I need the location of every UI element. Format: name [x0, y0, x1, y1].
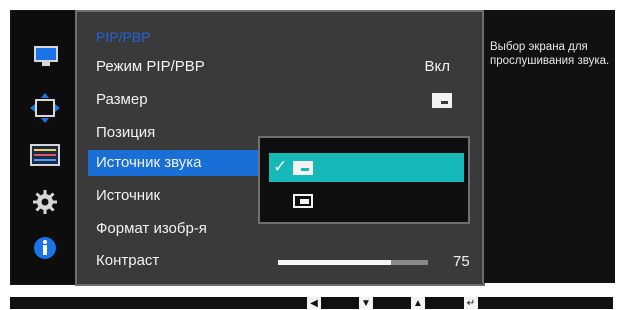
help-panel: Выбор экрана для прослушивания звука.	[482, 10, 615, 283]
menu-item-label: Формат изобр-я	[96, 220, 207, 237]
menu-item-label: Источник звука	[96, 154, 202, 171]
sound-source-submenu: ✓	[258, 136, 470, 224]
monitor-icon[interactable]	[30, 43, 60, 69]
sliders-svg	[30, 144, 60, 166]
pip-size-icon	[432, 93, 452, 108]
monitor-stand	[42, 62, 50, 66]
contrast-slider-fill	[278, 260, 391, 265]
menu-item-source[interactable]: Источник	[96, 183, 160, 209]
sound-option-sub[interactable]	[269, 186, 464, 215]
sound-option-main[interactable]: ✓	[269, 153, 464, 182]
monitor-screen	[34, 46, 58, 62]
size-position-icon[interactable]	[30, 93, 60, 123]
menu-item-label: Источник	[96, 187, 161, 204]
menu-item-position[interactable]: Позиция	[96, 120, 155, 146]
enter-button[interactable]: ↵	[464, 297, 478, 309]
menu-item-label: Контраст	[96, 252, 160, 269]
menu-item-pip-mode[interactable]: Режим PIP/PBP Вкл	[96, 54, 468, 80]
osd-screen: PIP/PBP Режим PIP/PBP Вкл Размер Позиция…	[0, 0, 623, 286]
menu-item-label: Позиция	[96, 124, 156, 141]
up-arrow-button[interactable]: ▲	[411, 297, 425, 309]
pip-window-outline-icon	[293, 194, 313, 208]
gear-svg	[33, 190, 57, 214]
adjust-sliders-icon[interactable]	[30, 144, 60, 170]
contrast-value: 75	[453, 253, 470, 270]
info-svg	[34, 237, 56, 259]
pip-mode-value: Вкл	[424, 58, 451, 75]
menu-item-label: Режим PIP/PBP	[96, 58, 205, 75]
menu-item-picture-format[interactable]: Формат изобр-я	[96, 216, 207, 242]
down-arrow-button[interactable]: ▼	[359, 297, 373, 309]
menu-title: PIP/PBP	[96, 29, 151, 45]
check-icon: ✓	[273, 157, 288, 176]
menu-item-label: Размер	[96, 91, 148, 108]
contrast-slider[interactable]	[278, 260, 428, 265]
arrows-svg	[30, 93, 60, 123]
left-arrow-button[interactable]: ◀	[307, 297, 321, 309]
menu-item-sound-source[interactable]: Источник звука	[88, 150, 270, 176]
category-rail	[10, 10, 80, 285]
settings-gear-icon[interactable]	[30, 189, 60, 215]
pip-window-icon	[293, 161, 313, 175]
help-text: Выбор экрана для прослушивания звука.	[490, 41, 610, 67]
menu-item-contrast[interactable]: Контраст	[96, 248, 159, 274]
menu-item-size[interactable]: Размер	[96, 87, 468, 113]
info-icon[interactable]	[30, 235, 60, 261]
bottom-nav-bar: ◀ ▼ ▲ ↵	[10, 297, 613, 309]
